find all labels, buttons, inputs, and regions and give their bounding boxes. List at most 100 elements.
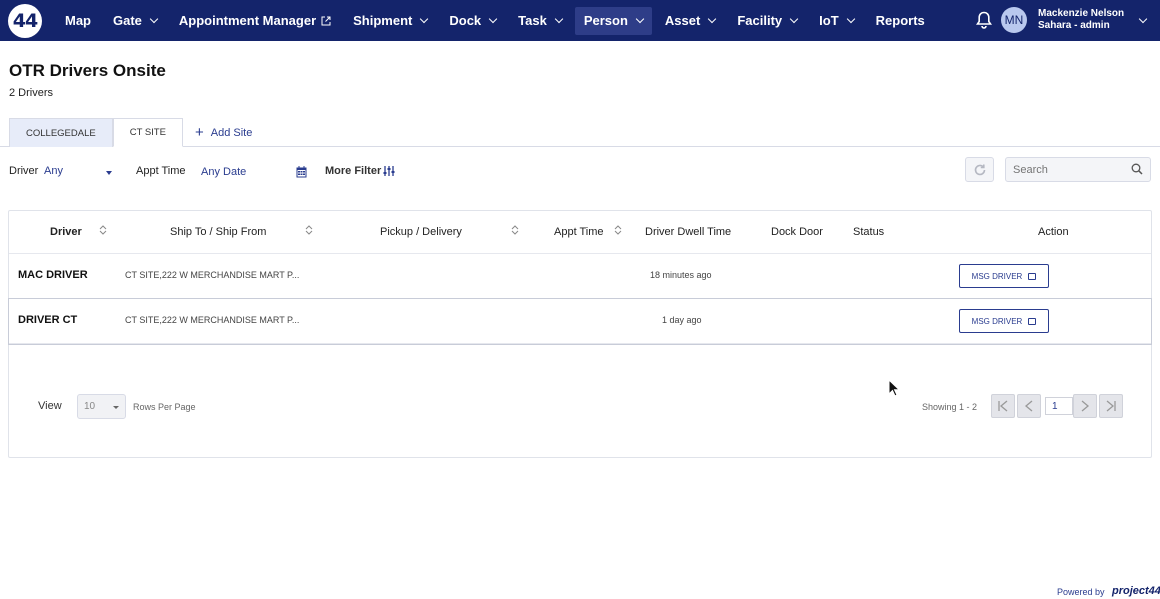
mouse-cursor-icon <box>888 379 900 397</box>
chevron-down-icon <box>149 14 159 24</box>
powered-by-label: Powered by <box>1057 587 1105 597</box>
avatar[interactable]: MN <box>1001 7 1027 33</box>
nav-item-iot[interactable]: IoT <box>810 7 863 35</box>
rows-per-page-label: Rows Per Page <box>133 402 196 412</box>
nav-item-dock[interactable]: Dock <box>440 7 505 35</box>
col-status: Status <box>853 226 885 238</box>
col-dwell-time: Driver Dwell Time <box>645 226 732 238</box>
refresh-button[interactable] <box>965 157 994 182</box>
nav-item-label: Map <box>65 13 91 28</box>
chevron-down-icon <box>635 14 645 24</box>
rows-per-page-select[interactable]: 10 <box>77 394 126 419</box>
table-row[interactable]: MAC DRIVER CT SITE,222 W MERCHANDISE MAR… <box>9 254 1151 299</box>
tab-ct-site[interactable]: CT SITE <box>112 118 183 147</box>
chevron-down-icon[interactable] <box>106 171 112 175</box>
user-role: Sahara - admin <box>1038 20 1110 31</box>
chevron-down-icon <box>488 14 498 24</box>
first-page-icon <box>998 400 1008 412</box>
nav-item-asset[interactable]: Asset <box>656 7 724 35</box>
external-link-icon <box>321 16 331 25</box>
view-label: View <box>38 400 62 412</box>
chevron-down-icon <box>420 14 429 24</box>
table-header: Driver Ship To / Ship From Pickup / Deli… <box>9 211 1151 254</box>
col-pickup-delivery[interactable]: Pickup / Delivery <box>380 226 462 238</box>
col-action: Action <box>1038 226 1069 238</box>
chevron-down-icon[interactable] <box>1138 14 1148 24</box>
ship-address: CT SITE,222 W MERCHANDISE MART P... <box>125 270 300 280</box>
calendar-icon[interactable] <box>296 166 307 178</box>
table-row[interactable]: DRIVER CT CT SITE,222 W MERCHANDISE MART… <box>9 299 1151 344</box>
plus-icon: + <box>195 124 204 141</box>
nav-item-label: Appointment Manager <box>178 13 317 28</box>
nav-item-label: Person <box>583 13 628 28</box>
appt-time-label: Appt Time <box>136 165 186 177</box>
dwell-time: 18 minutes ago <box>650 270 712 280</box>
prev-page-icon <box>1024 400 1033 412</box>
nav-item-person[interactable]: Person <box>574 6 652 35</box>
search-icon[interactable] <box>1131 163 1143 175</box>
nav-item-label: Shipment <box>353 13 413 28</box>
page-title: OTR Drivers Onsite <box>9 61 166 80</box>
nav-item-label: Gate <box>113 13 142 28</box>
more-filter-button[interactable]: More Filter <box>325 165 381 177</box>
col-driver[interactable]: Driver <box>50 226 82 238</box>
search-input[interactable] <box>1005 157 1151 182</box>
nav-item-label: IoT <box>819 13 839 28</box>
sort-icon[interactable] <box>305 224 313 236</box>
next-page-button[interactable] <box>1073 394 1097 418</box>
nav-item-shipment[interactable]: Shipment <box>344 7 436 35</box>
top-nav: 44 Map Gate Appointment Manager Shipment… <box>0 0 1160 41</box>
page-number-input[interactable] <box>1045 397 1073 415</box>
driver-count: 2 Drivers <box>9 87 54 99</box>
appt-time-input[interactable]: Any Date <box>201 166 246 178</box>
tab-collegedale[interactable]: COLLEGEDALE <box>9 118 113 147</box>
add-site-label: Add Site <box>210 126 253 139</box>
sort-icon[interactable] <box>99 224 107 236</box>
col-ship-to-from[interactable]: Ship To / Ship From <box>170 226 266 238</box>
nav-item-label: Reports <box>875 13 925 28</box>
nav-item-map[interactable]: Map <box>56 7 100 35</box>
nav-item-label: Dock <box>449 13 482 28</box>
first-page-button[interactable] <box>991 394 1015 418</box>
col-dock-door: Dock Door <box>771 226 823 238</box>
nav-item-task[interactable]: Task <box>509 7 571 35</box>
sort-icon[interactable] <box>511 224 519 236</box>
chat-icon <box>1028 272 1037 280</box>
prev-page-button[interactable] <box>1017 394 1041 418</box>
nav-item-appointment-manager[interactable]: Appointment Manager <box>170 7 340 35</box>
drivers-table-card: Driver Ship To / Ship From Pickup / Deli… <box>8 210 1152 458</box>
refresh-icon <box>974 164 985 175</box>
project44-logo: project44 <box>1112 585 1160 597</box>
sort-icon[interactable] <box>614 224 622 236</box>
msg-driver-button[interactable]: MSG DRIVER <box>959 309 1049 333</box>
chevron-down-icon <box>554 14 564 24</box>
driver-filter-select[interactable]: Any <box>44 165 63 177</box>
add-site-button[interactable]: + Add Site <box>195 124 252 141</box>
dwell-time: 1 day ago <box>662 315 702 325</box>
user-name: Mackenzie Nelson <box>1038 8 1125 19</box>
driver-name: DRIVER CT <box>18 314 78 326</box>
logo[interactable]: 44 <box>8 4 42 38</box>
msg-driver-label: MSG DRIVER <box>971 271 1023 281</box>
chevron-down-icon <box>846 14 855 24</box>
msg-driver-label: MSG DRIVER <box>971 316 1023 326</box>
col-appt-time[interactable]: Appt Time <box>554 226 604 238</box>
nav-item-label: Asset <box>664 13 701 28</box>
bell-icon[interactable] <box>976 11 992 29</box>
filter-sliders-icon[interactable] <box>383 165 395 177</box>
nav-item-facility[interactable]: Facility <box>728 7 806 35</box>
user-info[interactable]: Mackenzie Nelson Sahara - admin <box>1038 8 1124 32</box>
msg-driver-button[interactable]: MSG DRIVER <box>959 264 1049 288</box>
site-tabs: COLLEGEDALE CT SITE <box>9 118 183 147</box>
last-page-button[interactable] <box>1099 394 1123 418</box>
chevron-down-icon <box>708 14 717 24</box>
driver-name: MAC DRIVER <box>18 269 88 281</box>
nav-item-gate[interactable]: Gate <box>104 7 166 35</box>
chat-icon <box>1028 317 1037 325</box>
next-page-icon <box>1081 400 1090 412</box>
nav-item-reports[interactable]: Reports <box>867 7 934 35</box>
ship-address: CT SITE,222 W MERCHANDISE MART P... <box>125 315 300 325</box>
chevron-down-icon <box>789 14 799 24</box>
nav-item-label: Task <box>518 13 547 28</box>
showing-range: Showing 1 - 2 <box>922 402 978 412</box>
